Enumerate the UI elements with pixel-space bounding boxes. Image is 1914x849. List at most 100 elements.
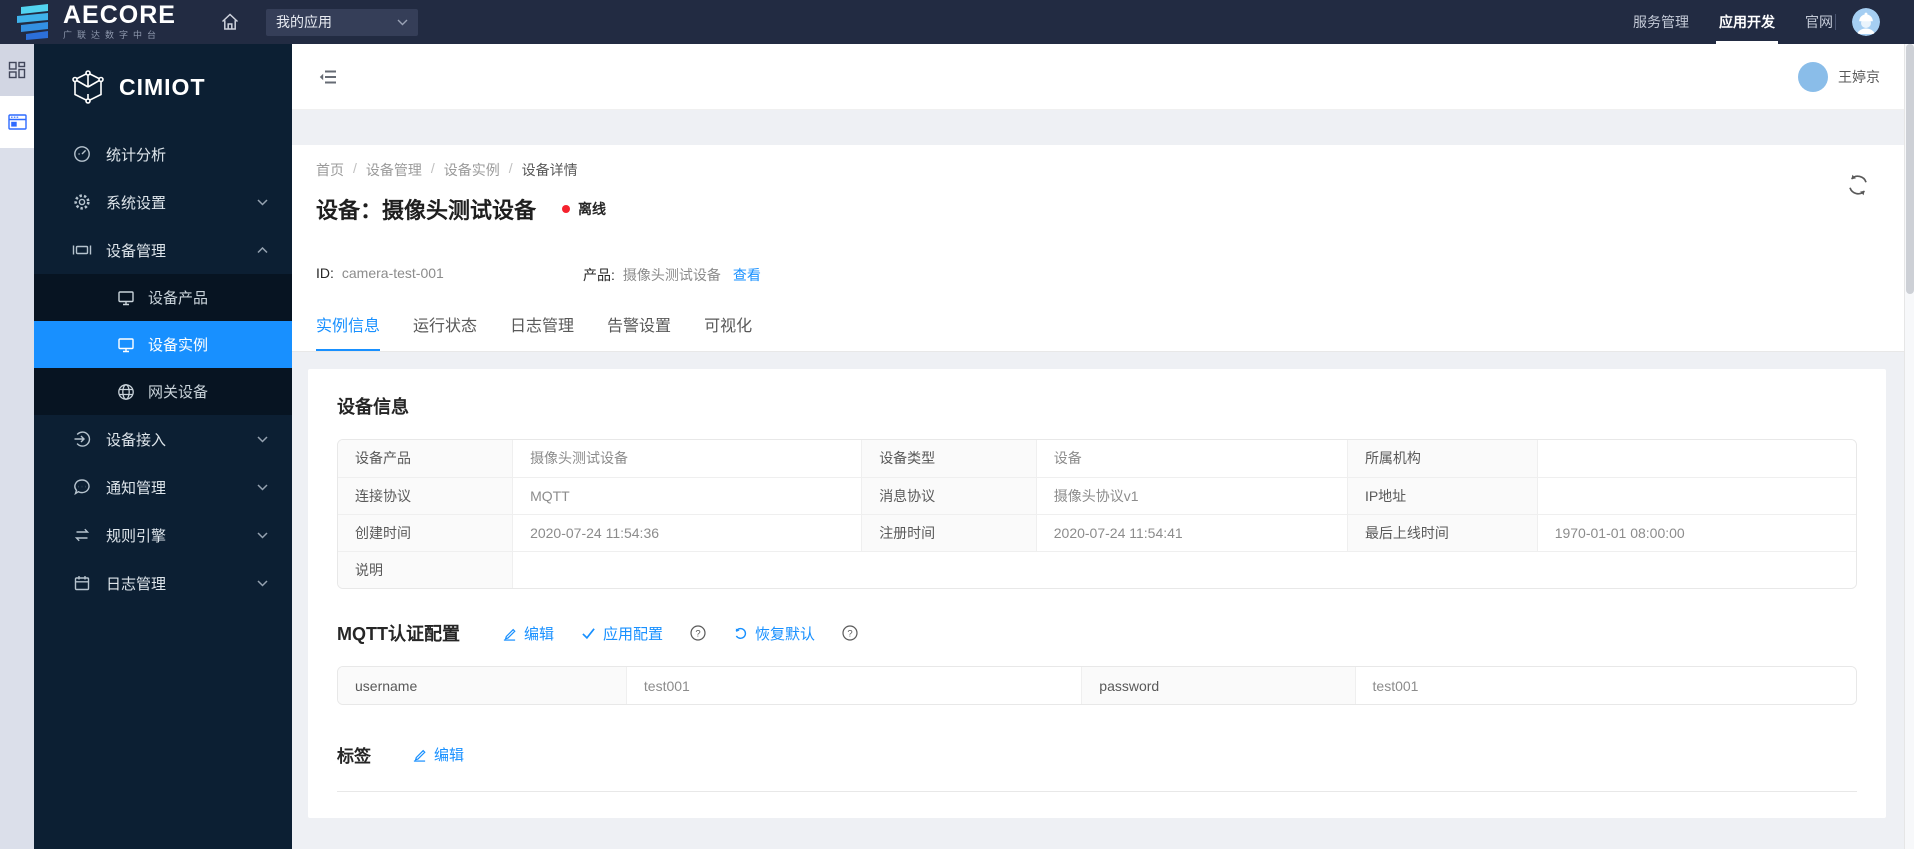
chevron-down-icon: [257, 531, 268, 539]
breadcrumb: 首页 / 设备管理 / 设备实例 / 设备详情: [316, 145, 1914, 180]
access-icon: [72, 430, 92, 448]
device-id-label: ID:: [316, 265, 334, 281]
tags-edit-button[interactable]: 编辑: [412, 744, 464, 765]
cell-value: 设备: [1036, 440, 1348, 478]
topnav-official-site[interactable]: 官网: [1805, 0, 1833, 44]
cell-label: 设备类型: [861, 440, 1037, 478]
cell-label: 消息协议: [861, 477, 1037, 515]
tags-heading: 标签: [337, 747, 371, 766]
cell-value: [1537, 477, 1856, 515]
sidebar-item-device-management[interactable]: 设备管理: [34, 226, 292, 274]
sidebar-item-label: 设备实例: [148, 337, 209, 354]
breadcrumb-separator: /: [508, 160, 513, 176]
tab-log-management[interactable]: 日志管理: [510, 305, 574, 351]
mqtt-edit-button[interactable]: 编辑: [502, 623, 554, 644]
sidebar-item-label: 设备管理: [106, 242, 167, 260]
device-info-heading: 设备信息: [337, 397, 409, 417]
cell-value: 2020-07-24 11:54:41: [1036, 514, 1348, 552]
edit-pencil-icon: [412, 747, 427, 762]
breadcrumb-device-instances[interactable]: 设备实例: [444, 160, 500, 180]
topbar: AECORE 广联达数字中台 我的应用 服务管理 应用开发 官网: [0, 0, 1914, 44]
topnav-app-development[interactable]: 应用开发: [1716, 0, 1778, 44]
divider: [1835, 14, 1836, 30]
sidebar-item-rule-engine[interactable]: 规则引擎: [34, 511, 292, 559]
breadcrumb-device-detail: 设备详情: [521, 162, 578, 178]
sidebar-item-label: 规则引擎: [106, 527, 167, 545]
globe-icon: [116, 383, 136, 401]
sidebar-item-device-products[interactable]: 设备产品: [34, 274, 292, 321]
question-circle-icon[interactable]: ?: [690, 625, 706, 641]
sidebar-item-gateway-devices[interactable]: 网关设备: [34, 368, 292, 415]
device-info-table: 设备产品 摄像头测试设备 设备类型 设备 所属机构 连接协议 MQTT 消息协议…: [337, 439, 1857, 589]
monitor-icon: [116, 289, 136, 307]
app-window-icon[interactable]: [0, 96, 34, 148]
refresh-icon[interactable]: [1846, 173, 1870, 197]
cell-label: IP地址: [1347, 477, 1538, 515]
menu-fold-icon[interactable]: [318, 67, 338, 87]
home-icon[interactable]: [220, 12, 240, 32]
breadcrumb-device-management[interactable]: 设备管理: [366, 160, 422, 180]
message-icon: [72, 478, 92, 496]
mqtt-restore-label: 恢复默认: [755, 625, 816, 643]
question-circle-icon[interactable]: ?: [842, 625, 858, 641]
cube-wireframe-icon: [70, 70, 106, 104]
scrollbar-thumb[interactable]: [1906, 44, 1914, 294]
table-row: 连接协议 MQTT 消息协议 摄像头协议v1 IP地址: [338, 477, 1856, 515]
sidebar-logo: CIMIOT: [34, 44, 292, 130]
tab-visualization[interactable]: 可视化: [704, 305, 752, 351]
product-value: 摄像头测试设备: [622, 267, 721, 283]
cell-value: 2020-07-24 11:54:36: [512, 514, 863, 552]
brand-name: AECORE: [63, 0, 176, 29]
product-label: 产品:: [583, 267, 615, 283]
cell-value: [1537, 440, 1856, 478]
brand-mark-icon: [14, 4, 54, 40]
app-select-value: 我的应用: [275, 14, 332, 30]
cell-label: 创建时间: [338, 514, 514, 552]
topnav-service-management[interactable]: 服务管理: [1633, 0, 1689, 44]
mqtt-auth-table: username test001 password test001: [337, 666, 1857, 705]
chevron-up-icon: [257, 246, 268, 254]
device-icon: [72, 241, 92, 259]
apps-grid-icon[interactable]: [0, 44, 34, 96]
scrollbar-track[interactable]: [1904, 44, 1914, 849]
user-name: 王婷京: [1838, 68, 1880, 85]
edit-pencil-icon: [502, 626, 517, 641]
mqtt-apply-label: 应用配置: [603, 625, 664, 643]
cell-label: password: [1081, 667, 1356, 704]
cell-label: 注册时间: [861, 514, 1037, 552]
cell-label: 所属机构: [1347, 440, 1538, 478]
breadcrumb-home[interactable]: 首页: [316, 160, 344, 180]
device-id-value: camera-test-001: [341, 265, 444, 281]
sidebar-item-device-access[interactable]: 设备接入: [34, 415, 292, 463]
svg-text:?: ?: [847, 628, 852, 639]
cell-value: 1970-01-01 08:00:00: [1537, 514, 1856, 552]
sidebar-item-statistics[interactable]: 统计分析: [34, 130, 292, 178]
sidebar-item-log-management[interactable]: 日志管理: [34, 559, 292, 607]
sidebar-item-notification-management[interactable]: 通知管理: [34, 463, 292, 511]
tab-alert-settings[interactable]: 告警设置: [607, 305, 671, 351]
cell-value: test001: [626, 667, 1083, 704]
gear-icon: [72, 193, 92, 211]
tab-instance-info[interactable]: 实例信息: [316, 305, 381, 351]
view-product-link[interactable]: 查看: [733, 265, 761, 285]
mqtt-restore-button[interactable]: 恢复默认: [733, 623, 815, 644]
cell-value: test001: [1355, 667, 1856, 704]
cell-value: [512, 551, 1856, 588]
app-select[interactable]: 我的应用: [265, 8, 418, 36]
page-header: 首页 / 设备管理 / 设备实例 / 设备详情 设备：摄像头测试设备 离线 ID…: [292, 145, 1914, 352]
check-icon: [581, 626, 596, 640]
cell-label: 最后上线时间: [1347, 514, 1538, 552]
device-detail-card: 设备信息 设备产品 摄像头测试设备 设备类型 设备 所属机构 连接协议 MQTT…: [308, 369, 1886, 818]
sidebar-item-device-instances[interactable]: 设备实例: [34, 321, 292, 368]
mqtt-apply-button[interactable]: 应用配置: [581, 623, 663, 644]
avatar: [1798, 61, 1828, 92]
sidebar-item-system-settings[interactable]: 系统设置: [34, 178, 292, 226]
sidebar-item-label: 网关设备: [148, 384, 209, 401]
helmet-avatar-icon[interactable]: [1852, 8, 1880, 36]
table-row: 设备产品 摄像头测试设备 设备类型 设备 所属机构: [338, 440, 1856, 478]
sidebar-logo-text: CIMIOT: [119, 73, 206, 100]
user-menu[interactable]: 王婷京: [1798, 61, 1880, 92]
tab-running-status[interactable]: 运行状态: [413, 305, 477, 351]
svg-text:?: ?: [695, 628, 700, 639]
calendar-icon: [72, 574, 92, 592]
